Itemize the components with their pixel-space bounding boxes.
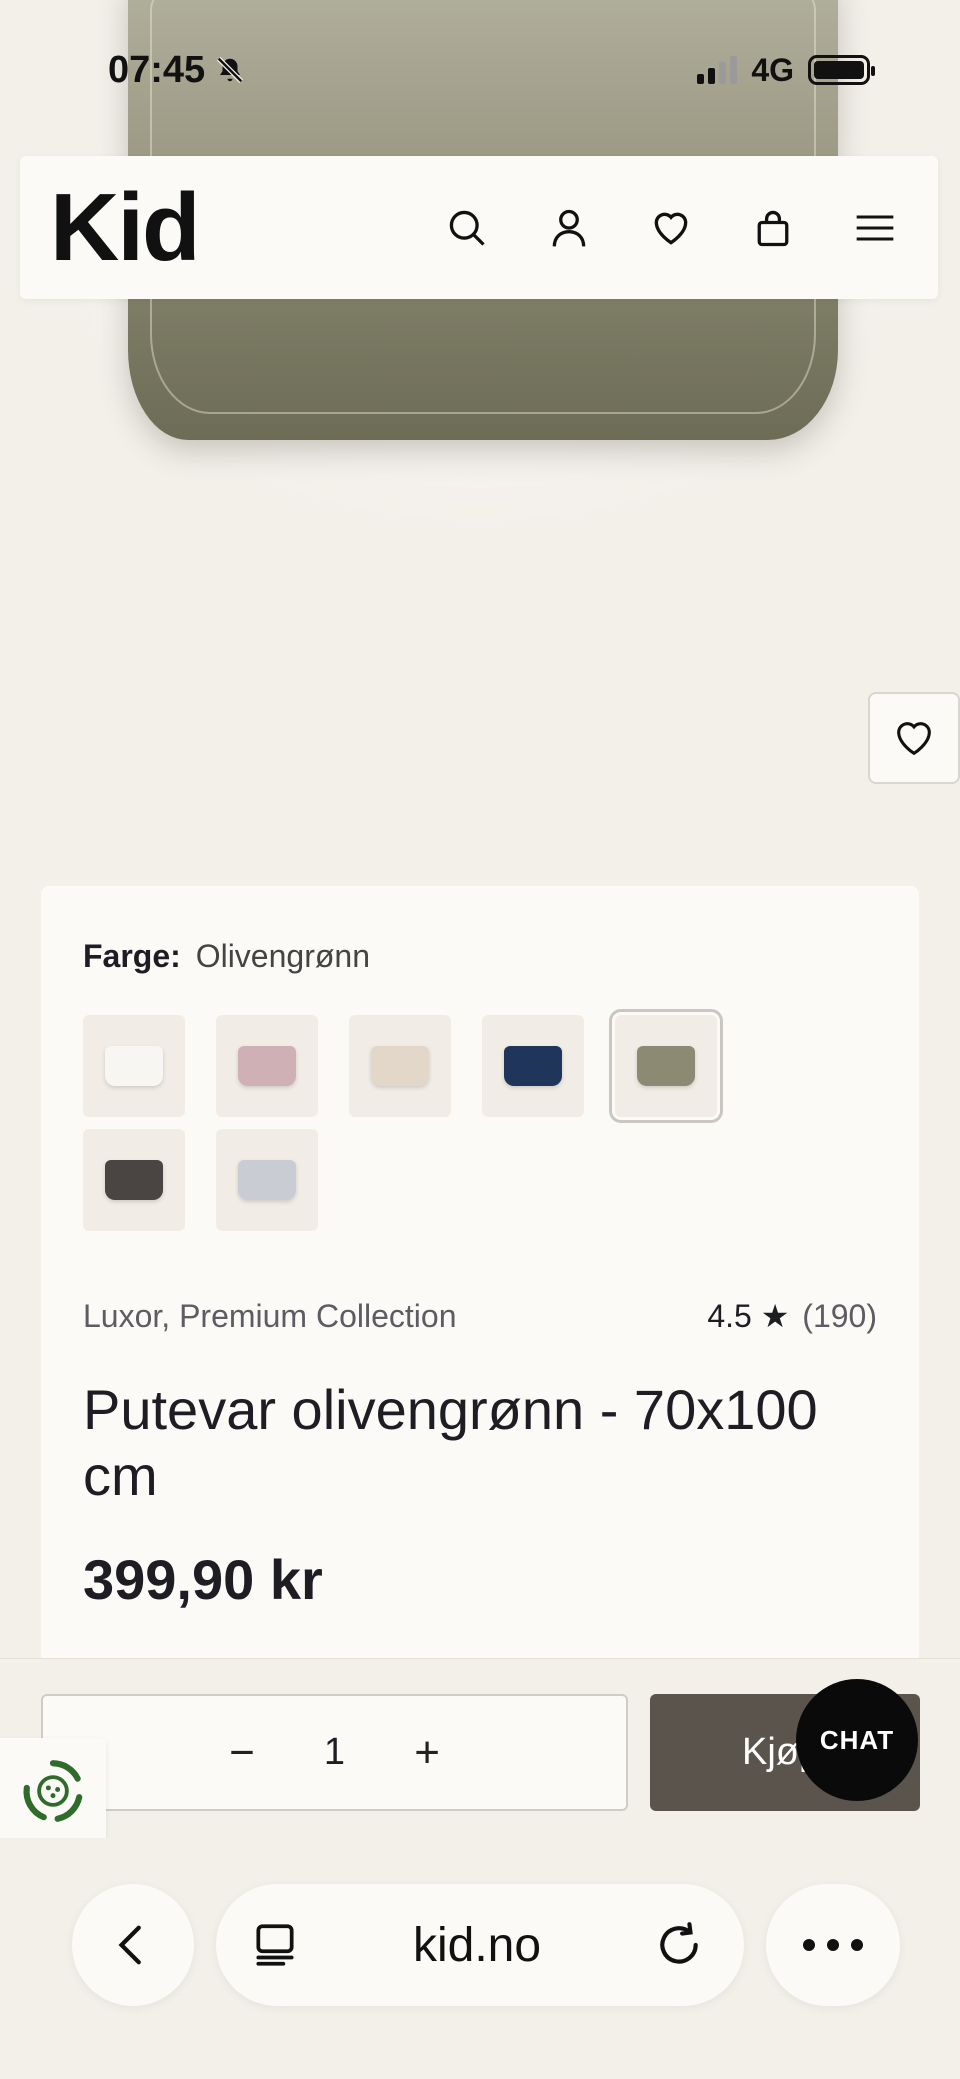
increment-button[interactable]: + xyxy=(407,1728,447,1778)
browser-address-bar[interactable]: kid.no xyxy=(216,1884,744,2006)
product-title: Putevar olivengrønn - 70x100 cm xyxy=(83,1378,818,1507)
search-icon[interactable] xyxy=(434,195,500,261)
swatch-pillow-thumbnail xyxy=(637,1046,695,1086)
product-rating[interactable]: 4.5 ★ (190) xyxy=(707,1297,877,1335)
network-label: 4G xyxy=(751,51,794,88)
color-swatch-navy[interactable] xyxy=(482,1015,584,1117)
product-meta-row: Luxor, Premium Collection 4.5 ★ (190) xyxy=(83,1297,877,1335)
color-selection-label: Farge: Olivengrønn xyxy=(83,938,877,975)
color-swatch-silver[interactable] xyxy=(216,1129,318,1231)
site-header: Kid xyxy=(20,156,938,299)
color-swatches xyxy=(83,1009,763,1231)
eco-badge[interactable] xyxy=(0,1738,106,1844)
product-brand[interactable]: Luxor, Premium Collection xyxy=(83,1298,456,1335)
decrement-button[interactable]: − xyxy=(222,1728,262,1778)
reload-icon[interactable] xyxy=(654,1920,704,1970)
rating-value: 4.5 xyxy=(707,1298,752,1334)
add-to-wishlist-button[interactable] xyxy=(868,692,960,784)
chevron-left-icon xyxy=(118,1925,141,1965)
menu-icon[interactable] xyxy=(842,195,908,261)
wishlist-icon[interactable] xyxy=(638,195,704,261)
color-swatch-rose[interactable] xyxy=(216,1015,318,1117)
status-right: 4G xyxy=(697,51,875,89)
browser-back-button[interactable] xyxy=(72,1884,194,2006)
heart-icon xyxy=(897,722,931,756)
quantity-stepper: − 1 + xyxy=(41,1694,628,1811)
review-count: (190) xyxy=(802,1298,877,1334)
color-label: Farge: xyxy=(83,938,181,974)
browser-toolbar: kid.no xyxy=(0,1838,960,2079)
site-logo[interactable]: Kid xyxy=(50,173,201,283)
recycle-badge-icon xyxy=(23,1760,83,1822)
swatch-pillow-thumbnail xyxy=(105,1160,163,1200)
account-icon[interactable] xyxy=(536,195,602,261)
signal-icon xyxy=(697,56,738,84)
cart-icon[interactable] xyxy=(740,195,806,261)
product-price: 399,90 kr xyxy=(83,1548,323,1611)
swatch-pillow-thumbnail xyxy=(238,1160,296,1200)
swatch-pillow-thumbnail xyxy=(371,1046,429,1086)
swatch-pillow-thumbnail xyxy=(504,1046,562,1086)
browser-more-button[interactable] xyxy=(766,1884,900,2006)
purchase-bar: − 1 + Kjøp CHAT xyxy=(0,1658,960,1838)
color-value: Olivengrønn xyxy=(195,938,370,974)
chat-label: CHAT xyxy=(819,1724,895,1755)
swatch-pillow-thumbnail xyxy=(238,1046,296,1086)
more-dots-icon xyxy=(803,1939,863,1951)
color-swatch-white[interactable] xyxy=(83,1015,185,1117)
bell-slash-icon xyxy=(217,56,244,84)
quantity-value[interactable]: 1 xyxy=(324,1731,345,1774)
color-swatch-charcoal[interactable] xyxy=(83,1129,185,1231)
star-icon: ★ xyxy=(760,1298,790,1334)
reader-tabs-icon[interactable] xyxy=(250,1920,300,1970)
color-swatch-olive[interactable] xyxy=(609,1009,723,1123)
chat-button[interactable]: CHAT xyxy=(796,1679,918,1801)
swatch-pillow-thumbnail xyxy=(105,1046,163,1086)
status-bar: 07:45 4G xyxy=(0,0,960,140)
status-time-group: 07:45 xyxy=(108,49,245,92)
color-swatch-champagne[interactable] xyxy=(349,1015,451,1117)
battery-icon xyxy=(808,55,875,85)
header-icons xyxy=(434,195,908,261)
status-time: 07:45 xyxy=(108,48,206,91)
browser-domain: kid.no xyxy=(412,1918,542,1972)
